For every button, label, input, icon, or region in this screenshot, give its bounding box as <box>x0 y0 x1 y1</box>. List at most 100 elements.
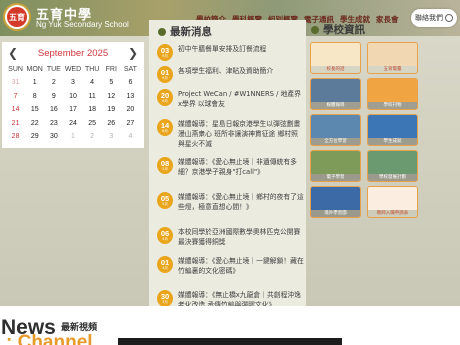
news-item-title[interactable]: Project WeCan / #W1NNERS / 地產界x學界 以球會友 <box>178 89 304 109</box>
news-item[interactable]: 01 4月 媒體報導：《愛心無止境｜一鍵解鎖！藏在竹編裏的文化密碼》 <box>157 256 304 276</box>
calendar-day[interactable]: 4 <box>121 130 140 144</box>
chevron-left-icon[interactable]: ❮ <box>8 46 18 60</box>
info-tile[interactable]: 全方位學習 <box>310 114 361 146</box>
date-badge: 06 4月 <box>157 227 173 244</box>
school-logo[interactable]: 五育 <box>3 3 31 31</box>
news-channel-section: News 最新視頻 : Channel <box>0 306 460 345</box>
tile-image <box>311 151 360 174</box>
date-badge-day: 05 <box>160 193 170 203</box>
info-tile[interactable]: 電子學習 <box>310 150 361 182</box>
globe-icon <box>445 14 453 22</box>
calendar-day[interactable]: 29 <box>25 130 44 144</box>
news-item[interactable]: 08 5月 媒體報導：《愛心無止境｜非遺傳統有多細？京港學子親身"打call"》 <box>157 157 304 177</box>
date-badge: 01 9月 <box>157 66 173 83</box>
tile-label: 電子學習 <box>311 174 360 181</box>
news-item-title[interactable]: 媒體報導：《愛心無止境｜非遺傳統有多細？京港學子親身"打call"》 <box>178 157 304 177</box>
date-badge-month: 9月 <box>162 76 168 80</box>
tile-image <box>368 43 417 66</box>
chevron-right-icon[interactable]: ❯ <box>128 46 138 60</box>
calendar-day[interactable]: 4 <box>83 76 102 90</box>
calendar-day[interactable]: 2 <box>83 130 102 144</box>
calendar-weekday: SUN <box>8 66 23 73</box>
news-item[interactable]: 03 9月 初中午膳餐單安排及訂餐流程 <box>157 44 304 61</box>
news-item-title[interactable]: 各項學生福利、津貼及資助簡介 <box>178 66 273 83</box>
date-badge-day: 20 <box>160 90 170 100</box>
date-badge: 30 3月 <box>157 290 173 307</box>
latest-news-heading: 最新消息 <box>158 24 212 39</box>
news-item-title[interactable]: 媒體報導：星島日報京港學生以彈弦劃畫漫山燕衆心 班所非讓演神貫征途 鄉村照與星火… <box>178 119 304 149</box>
news-item[interactable]: 06 4月 本校同學於亞洲國際數學奧林匹克公開賽最決賽獲得銅獎 <box>157 227 304 247</box>
calendar-day[interactable]: 30 <box>44 130 63 144</box>
calendar-day[interactable]: 10 <box>63 90 82 104</box>
contact-us-button[interactable]: 聯絡我們 <box>411 9 457 27</box>
calendar-day[interactable]: 11 <box>83 90 102 104</box>
tile-label: 全方位學習 <box>311 138 360 145</box>
calendar-day[interactable]: 1 <box>25 76 44 90</box>
calendar-day[interactable]: 31 <box>6 76 25 90</box>
calendar-header: ❮ September 2025 ❯ <box>2 42 144 64</box>
news-item[interactable]: 20 6月 Project WeCan / #W1NNERS / 地產界x學界 以球… <box>157 89 304 109</box>
calendar-day[interactable]: 6 <box>121 76 140 90</box>
calendar-day[interactable]: 16 <box>44 103 63 117</box>
tile-label: 校長的話 <box>326 67 345 72</box>
date-badge-month: 6月 <box>162 129 168 133</box>
news-item-title[interactable]: 本校同學於亞洲國際數學奧林匹克公開賽最決賽獲得銅獎 <box>178 227 304 247</box>
news-item-title[interactable]: 初中午膳餐單安排及訂餐流程 <box>178 44 266 61</box>
info-tile[interactable]: 五育電臺 <box>367 42 418 74</box>
tile-label: 學生成就 <box>368 138 417 145</box>
info-tile[interactable]: 學生成就 <box>367 114 418 146</box>
tile-image <box>311 79 360 102</box>
news-item[interactable]: 14 6月 媒體報導：星島日報京港學生以彈弦劃畫漫山燕衆心 班所非讓演神貫征途 鄉村… <box>157 119 304 149</box>
tile-image <box>368 79 417 102</box>
calendar-weekday: MON <box>26 66 43 73</box>
calendar-day[interactable]: 1 <box>63 130 82 144</box>
calendar-day[interactable]: 27 <box>121 117 140 131</box>
video-player[interactable] <box>118 338 342 345</box>
calendar-day[interactable]: 18 <box>83 103 102 117</box>
info-tile[interactable]: 校長的話 <box>310 42 361 74</box>
calendar-day[interactable]: 19 <box>102 103 121 117</box>
info-tile[interactable]: 媒體報導 <box>310 78 361 110</box>
school-info-title: 學校資訊 <box>323 24 365 36</box>
info-tile[interactable]: 學校發展計劃 <box>367 150 418 182</box>
calendar-weekday: SAT <box>123 66 137 73</box>
calendar-month-title: September 2025 <box>37 47 109 59</box>
calendar-day[interactable]: 17 <box>63 103 82 117</box>
calendar-day[interactable]: 23 <box>44 117 63 131</box>
calendar-day[interactable]: 25 <box>83 117 102 131</box>
calendar-day[interactable]: 3 <box>63 76 82 90</box>
calendar-day[interactable]: 24 <box>63 117 82 131</box>
info-tile[interactable]: 教師入職申請表 <box>367 186 418 218</box>
calendar-day[interactable]: 26 <box>102 117 121 131</box>
calendar-grid: SUN MON TUE WED THU FRI SAT 31 1 2 3 4 5 6 7 8 9 10 11 12 13… <box>2 64 144 144</box>
calendar-day[interactable]: 21 <box>6 117 25 131</box>
calendar-day[interactable]: 7 <box>6 90 25 104</box>
calendar-day[interactable]: 8 <box>25 90 44 104</box>
news-item-title[interactable]: 媒體報導：《愛心無止境｜一鍵解鎖！藏在竹編裏的文化密碼》 <box>178 256 304 276</box>
calendar-day[interactable]: 28 <box>6 130 25 144</box>
date-badge-day: 14 <box>160 120 170 130</box>
calendar-day[interactable]: 13 <box>121 90 140 104</box>
news-item[interactable]: 05 5月 媒體報導：《愛心無止境｜鄉村的夜有了這些燈，極意直想心間！》 <box>157 192 304 212</box>
date-badge-day: 08 <box>160 158 170 168</box>
calendar-day[interactable]: 12 <box>102 90 121 104</box>
tile-image <box>311 43 360 66</box>
calendar-day[interactable]: 3 <box>102 130 121 144</box>
calendar-day[interactable]: 22 <box>25 117 44 131</box>
date-badge-day: 06 <box>160 228 170 238</box>
tile-image <box>311 115 360 138</box>
news-item-title[interactable]: 媒體報導：《愛心無止境｜鄉村的夜有了這些燈，極意直想心間！》 <box>178 192 304 212</box>
news-item[interactable]: 01 9月 各項學生福利、津貼及資助簡介 <box>157 66 304 83</box>
date-badge-day: 03 <box>160 45 170 55</box>
info-tile[interactable]: 境外學習團 <box>310 186 361 218</box>
calendar-day[interactable]: 15 <box>25 103 44 117</box>
date-badge: 05 5月 <box>157 192 173 209</box>
calendar-day[interactable]: 5 <box>102 76 121 90</box>
calendar-day[interactable]: 14 <box>6 103 25 117</box>
calendar-day[interactable]: 20 <box>121 103 140 117</box>
calendar-day[interactable]: 2 <box>44 76 63 90</box>
info-tile[interactable]: 學校刊物 <box>367 78 418 110</box>
calendar-day[interactable]: 9 <box>44 90 63 104</box>
leaf-icon <box>158 27 166 36</box>
nav-item-pta[interactable]: 家長會 <box>376 14 399 25</box>
